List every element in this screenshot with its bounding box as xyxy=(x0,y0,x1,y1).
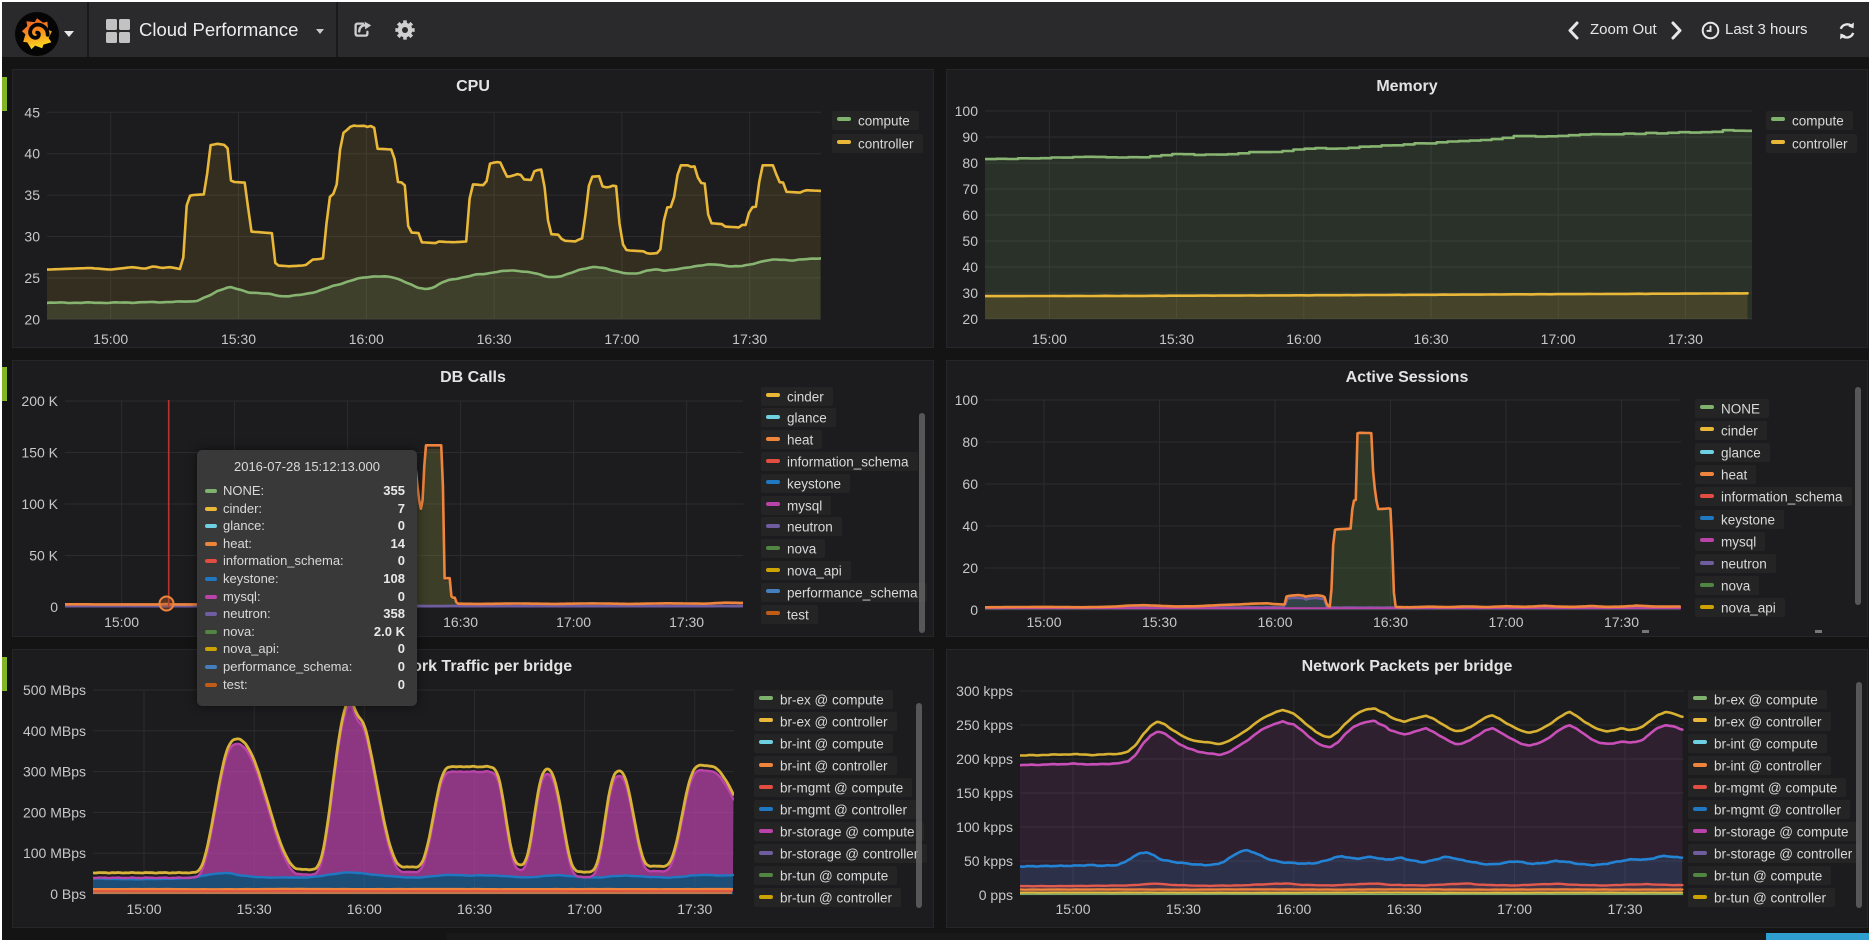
svg-text:150 kpps: 150 kpps xyxy=(956,785,1013,801)
svg-text:500 MBps: 500 MBps xyxy=(23,682,86,698)
svg-text:70: 70 xyxy=(962,181,978,197)
svg-text:15:30: 15:30 xyxy=(1166,901,1201,917)
svg-text:15:30: 15:30 xyxy=(1142,614,1177,630)
svg-text:15:00: 15:00 xyxy=(93,331,128,347)
svg-text:17:30: 17:30 xyxy=(1668,331,1703,347)
svg-text:400 MBps: 400 MBps xyxy=(23,723,86,739)
svg-text:60: 60 xyxy=(962,476,978,492)
svg-text:16:00: 16:00 xyxy=(347,901,382,917)
svg-text:200 MBps: 200 MBps xyxy=(23,804,86,820)
svg-text:16:30: 16:30 xyxy=(477,331,512,347)
svg-text:200 K: 200 K xyxy=(21,393,58,409)
svg-text:17:30: 17:30 xyxy=(1604,614,1639,630)
svg-text:150 K: 150 K xyxy=(21,445,58,461)
svg-text:17:00: 17:00 xyxy=(1488,614,1523,630)
svg-text:16:30: 16:30 xyxy=(1413,331,1448,347)
svg-text:100: 100 xyxy=(955,103,979,119)
svg-text:17:30: 17:30 xyxy=(1607,901,1642,917)
svg-text:16:00: 16:00 xyxy=(1276,901,1311,917)
svg-text:50 kpps: 50 kpps xyxy=(964,853,1013,869)
svg-text:16:00: 16:00 xyxy=(1286,331,1321,347)
svg-text:0 pps: 0 pps xyxy=(979,887,1013,903)
svg-text:15:30: 15:30 xyxy=(237,901,272,917)
svg-text:0 Bps: 0 Bps xyxy=(50,886,86,902)
svg-text:50 K: 50 K xyxy=(29,548,58,564)
svg-text:300 kpps: 300 kpps xyxy=(956,683,1013,699)
svg-text:16:30: 16:30 xyxy=(457,901,492,917)
svg-text:16:30: 16:30 xyxy=(443,614,478,630)
svg-text:20: 20 xyxy=(24,311,40,327)
svg-text:15:00: 15:00 xyxy=(1026,614,1061,630)
svg-text:35: 35 xyxy=(24,187,40,203)
svg-text:15:30: 15:30 xyxy=(221,331,256,347)
svg-text:15:00: 15:00 xyxy=(126,901,161,917)
svg-text:100: 100 xyxy=(955,392,979,408)
svg-text:16:30: 16:30 xyxy=(1387,901,1422,917)
svg-text:40: 40 xyxy=(24,146,40,162)
svg-text:0: 0 xyxy=(50,599,58,615)
svg-text:15:30: 15:30 xyxy=(1159,331,1194,347)
svg-text:40: 40 xyxy=(962,259,978,275)
svg-text:15:00: 15:00 xyxy=(1055,901,1090,917)
svg-text:250 kpps: 250 kpps xyxy=(956,717,1013,733)
svg-text:80: 80 xyxy=(962,155,978,171)
svg-text:17:00: 17:00 xyxy=(567,901,602,917)
svg-text:16:00: 16:00 xyxy=(349,331,384,347)
svg-text:16:30: 16:30 xyxy=(1373,614,1408,630)
svg-text:17:00: 17:00 xyxy=(1541,331,1576,347)
svg-text:20: 20 xyxy=(962,311,978,327)
svg-text:17:30: 17:30 xyxy=(677,901,712,917)
svg-text:17:30: 17:30 xyxy=(732,331,767,347)
svg-text:0: 0 xyxy=(970,602,978,618)
svg-text:200 kpps: 200 kpps xyxy=(956,751,1013,767)
svg-text:15:00: 15:00 xyxy=(1032,331,1067,347)
svg-text:30: 30 xyxy=(962,285,978,301)
svg-text:100 MBps: 100 MBps xyxy=(23,845,86,861)
svg-text:17:00: 17:00 xyxy=(1497,901,1532,917)
svg-text:25: 25 xyxy=(24,270,40,286)
svg-text:17:00: 17:00 xyxy=(604,331,639,347)
svg-text:60: 60 xyxy=(962,207,978,223)
svg-text:17:30: 17:30 xyxy=(669,614,704,630)
svg-text:50: 50 xyxy=(962,233,978,249)
svg-text:16:00: 16:00 xyxy=(1257,614,1292,630)
svg-text:80: 80 xyxy=(962,434,978,450)
svg-text:15:00: 15:00 xyxy=(104,614,139,630)
svg-text:45: 45 xyxy=(24,104,40,120)
svg-text:100 K: 100 K xyxy=(21,496,58,512)
svg-text:40: 40 xyxy=(962,518,978,534)
svg-text:90: 90 xyxy=(962,129,978,145)
svg-text:17:00: 17:00 xyxy=(556,614,591,630)
svg-text:300 MBps: 300 MBps xyxy=(23,764,86,780)
svg-text:100 kpps: 100 kpps xyxy=(956,819,1013,835)
svg-text:20: 20 xyxy=(962,560,978,576)
svg-text:30: 30 xyxy=(24,229,40,245)
